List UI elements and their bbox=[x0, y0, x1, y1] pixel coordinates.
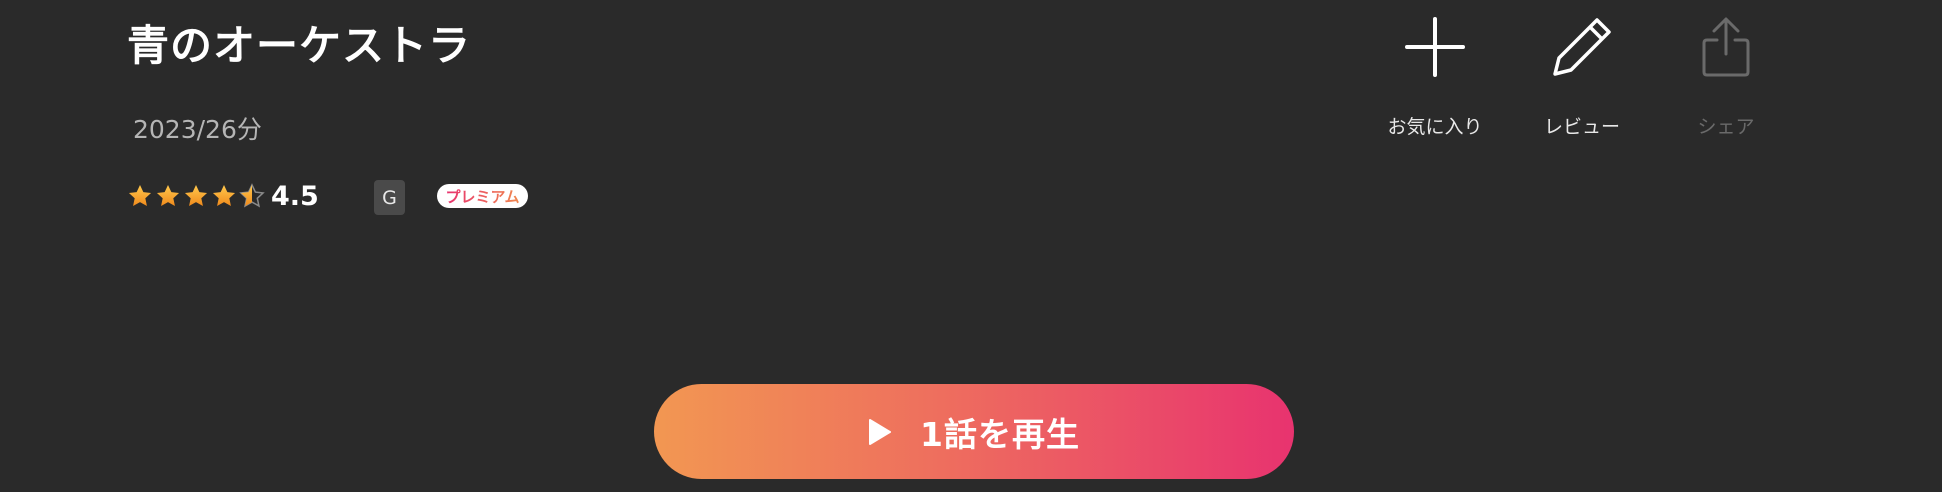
star-icon bbox=[127, 183, 153, 209]
share-label: シェア bbox=[1697, 116, 1755, 138]
premium-badge-label: プレミアム bbox=[445, 187, 520, 206]
rating-value: 4.5 bbox=[271, 180, 319, 212]
action-buttons: お気に入り レビュー シェア bbox=[1370, 14, 1770, 138]
rating: 4.5 bbox=[127, 178, 319, 214]
favorite-label: お気に入り bbox=[1387, 116, 1483, 138]
review-label: レビュー bbox=[1543, 116, 1620, 138]
premium-badge: プレミアム bbox=[437, 184, 528, 208]
share-icon bbox=[1701, 14, 1751, 80]
share-button[interactable]: シェア bbox=[1661, 14, 1791, 139]
page-title: 青のオーケストラ bbox=[127, 21, 472, 70]
star-rating bbox=[127, 183, 265, 209]
play-episode-label: 1話を再生 bbox=[920, 414, 1080, 454]
age-rating-badge: G bbox=[374, 180, 405, 215]
plus-icon bbox=[1405, 14, 1465, 80]
play-episode-button[interactable]: 1話を再生 bbox=[654, 384, 1294, 479]
star-icon bbox=[183, 183, 209, 209]
play-icon bbox=[868, 418, 892, 446]
half-star-icon bbox=[239, 183, 265, 209]
content-detail-header: 青のオーケストラ 2023/26分 4.5 G プレミアム お気に入り レビュー… bbox=[0, 0, 1942, 492]
pencil-icon bbox=[1551, 14, 1613, 80]
release-year-duration: 2023/26分 bbox=[133, 115, 262, 144]
favorite-button[interactable]: お気に入り bbox=[1370, 14, 1500, 139]
review-button[interactable]: レビュー bbox=[1517, 14, 1647, 139]
star-icon bbox=[155, 183, 181, 209]
star-icon bbox=[211, 183, 237, 209]
